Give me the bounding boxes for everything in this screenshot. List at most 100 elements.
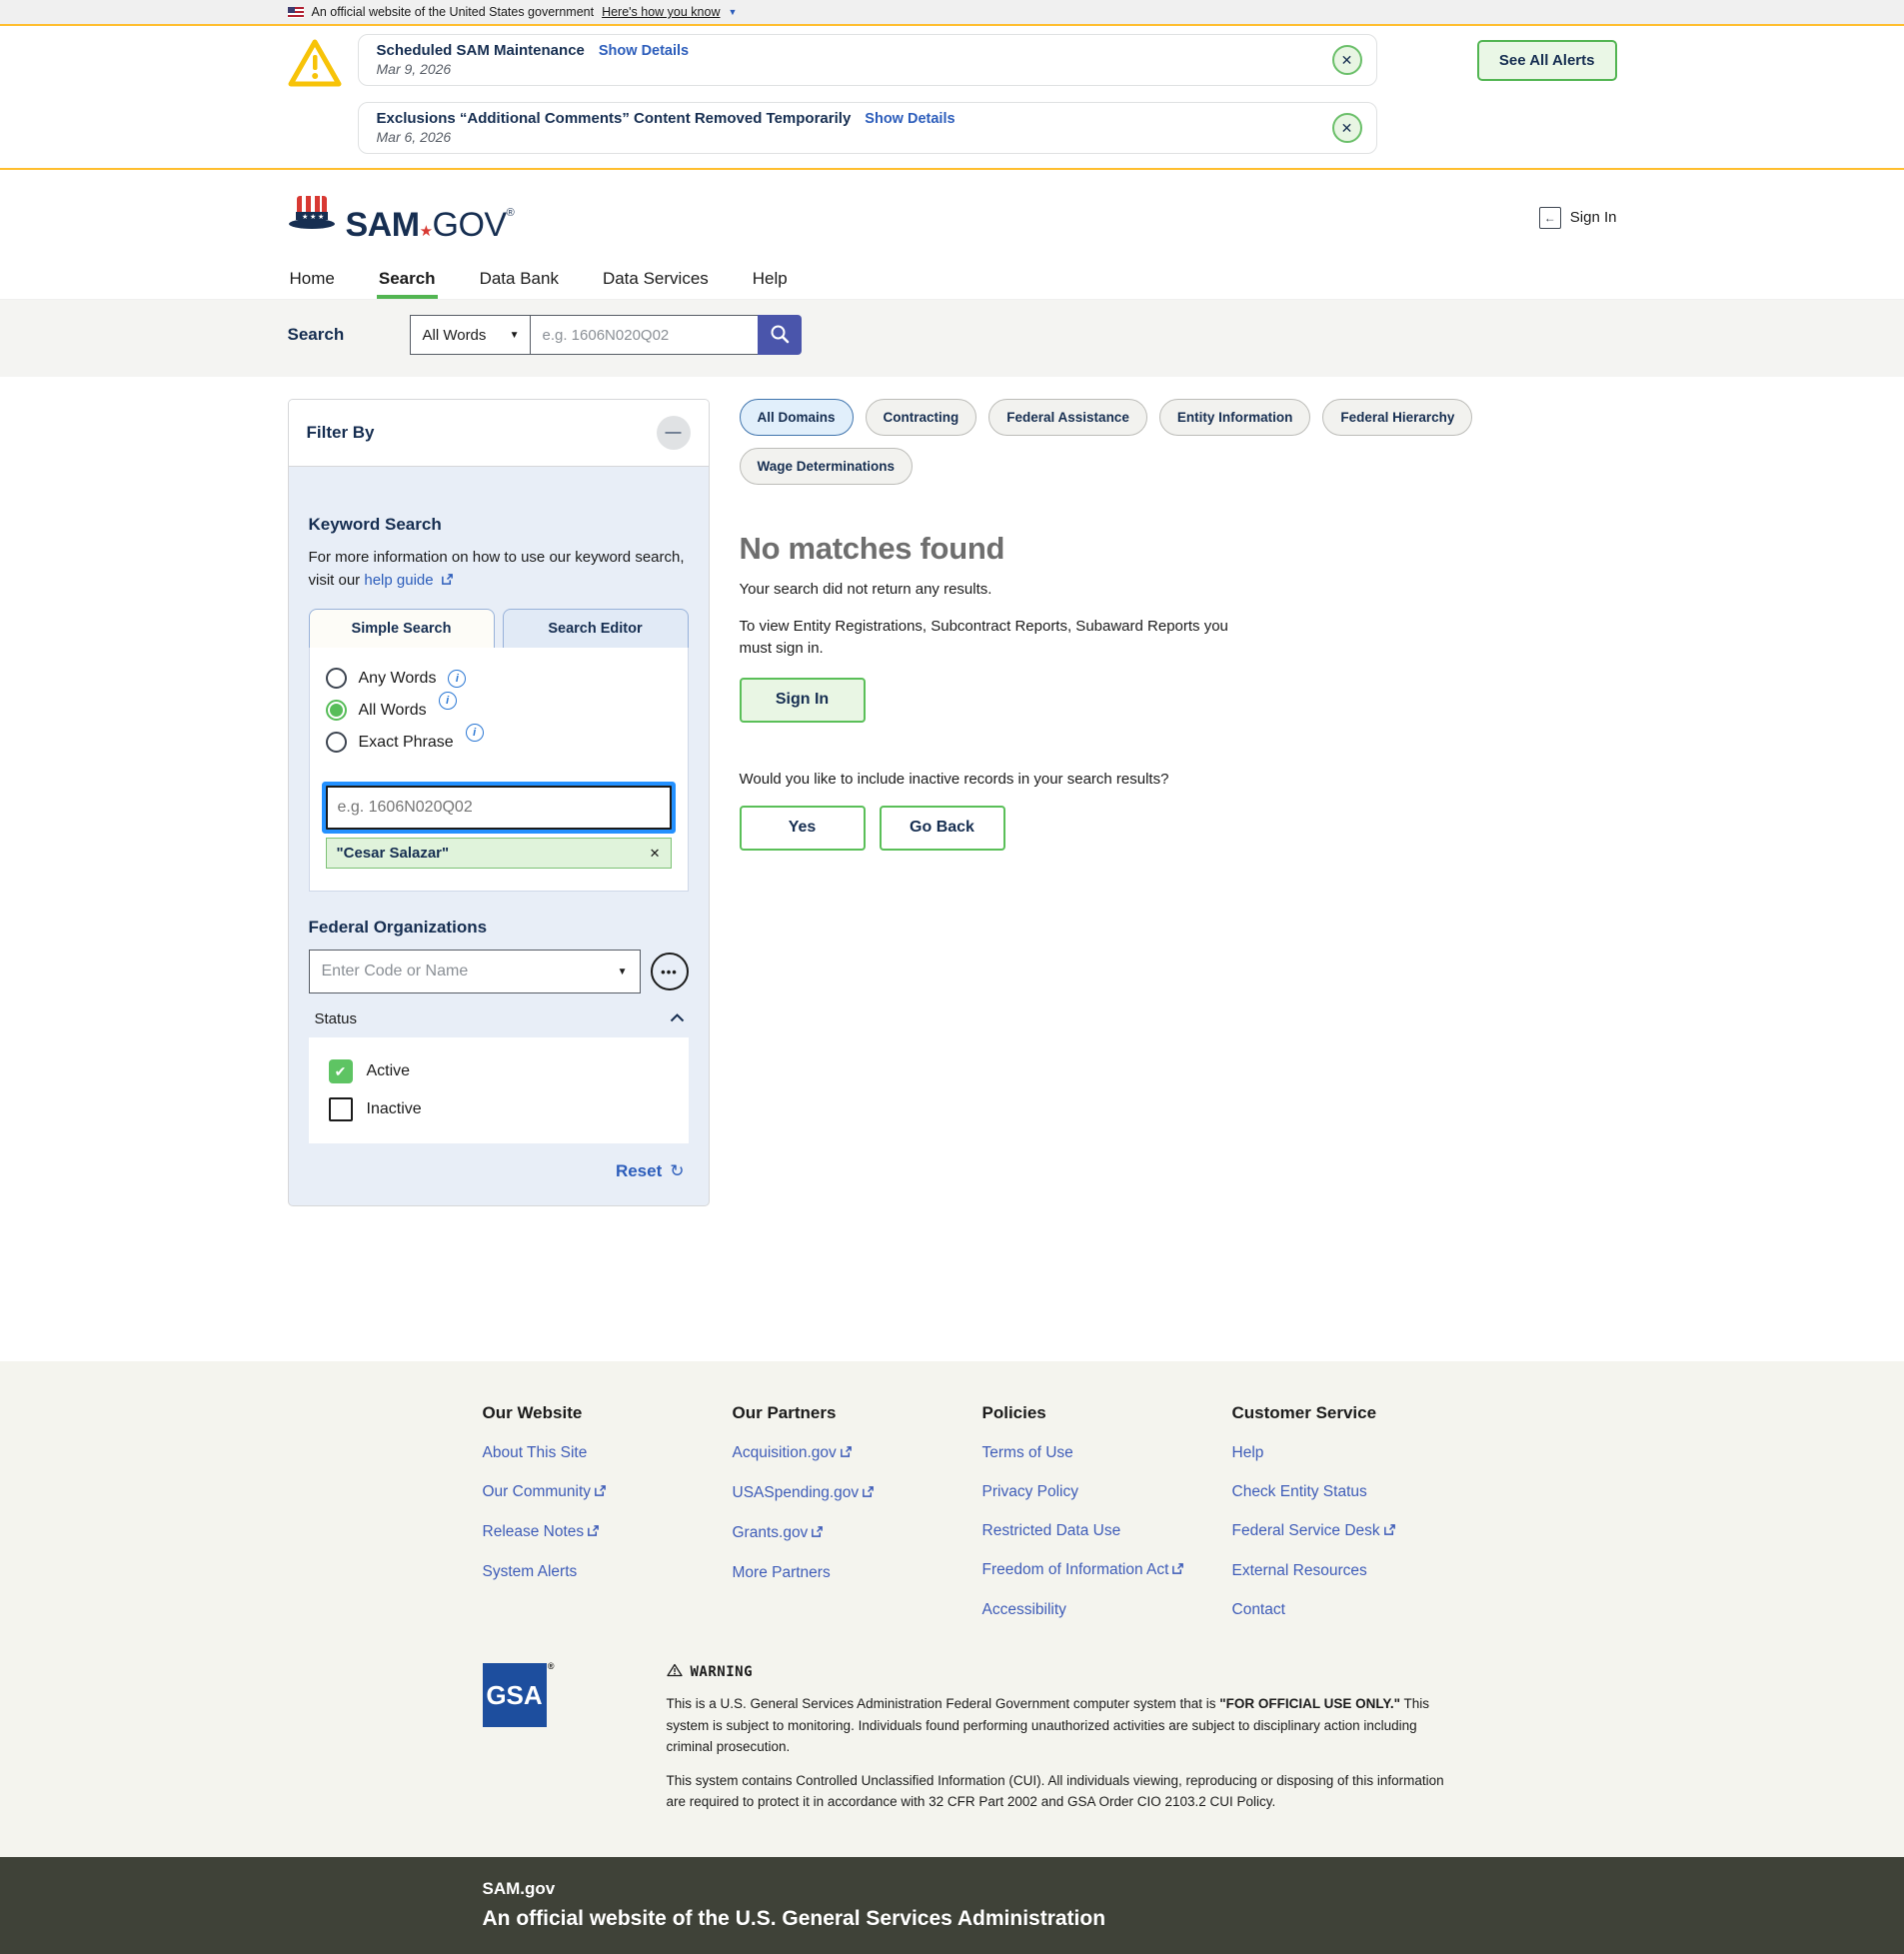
go-back-button[interactable]: Go Back xyxy=(880,806,1005,851)
show-details-link[interactable]: Show Details xyxy=(599,43,689,59)
radio-exact-phrase[interactable] xyxy=(326,732,347,753)
nav-item-data-services[interactable]: Data Services xyxy=(601,265,711,299)
top-search-input[interactable] xyxy=(530,315,758,355)
sam-gov-logo[interactable]: ★★★ SAM★GOV® xyxy=(288,193,515,242)
info-icon[interactable]: i xyxy=(439,692,457,710)
external-link-icon xyxy=(594,1484,607,1502)
federal-organizations-heading: Federal Organizations xyxy=(309,918,689,938)
footer-link-grants-gov[interactable]: Grants.gov xyxy=(733,1524,982,1543)
footer-link-help[interactable]: Help xyxy=(1232,1444,1482,1462)
reset-filters-link[interactable]: Reset xyxy=(616,1161,662,1181)
footer-link-usaspending-gov[interactable]: USASpending.gov xyxy=(733,1484,982,1503)
footer-link-federal-service-desk[interactable]: Federal Service Desk xyxy=(1232,1522,1482,1541)
alert-date: Mar 9, 2026 xyxy=(377,61,1316,77)
nav-item-search[interactable]: Search xyxy=(377,265,438,299)
help-guide-link[interactable]: help guide xyxy=(364,572,433,589)
alert-title: Scheduled SAM Maintenance xyxy=(377,42,585,59)
registered-mark: ® xyxy=(548,1661,555,1671)
checkbox-inactive[interactable] xyxy=(329,1097,353,1121)
alert-date: Mar 6, 2026 xyxy=(377,129,1316,145)
gsa-logo[interactable]: GSA ® xyxy=(483,1663,547,1727)
domain-pill-contracting[interactable]: Contracting xyxy=(866,399,977,436)
sign-in-button[interactable]: Sign In xyxy=(740,678,866,723)
brand-sam-text: SAM xyxy=(346,206,420,244)
keyword-search-input[interactable] xyxy=(326,786,672,830)
footer-link-foia[interactable]: Freedom of Information Act xyxy=(982,1561,1232,1580)
no-results-text: Your search did not return any results. xyxy=(740,581,1617,598)
keyword-chip: "Cesar Salazar" ✕ xyxy=(326,838,672,869)
search-band: Search All Words ▼ xyxy=(0,300,1904,377)
footer-link-check-entity-status[interactable]: Check Entity Status xyxy=(1232,1483,1482,1501)
close-alert-button[interactable]: ✕ xyxy=(1332,45,1362,75)
domain-pill-federal-hierarchy[interactable]: Federal Hierarchy xyxy=(1322,399,1472,436)
info-icon[interactable]: i xyxy=(466,724,484,742)
domain-pill-all-domains[interactable]: All Domains xyxy=(740,399,854,436)
nav-item-home[interactable]: Home xyxy=(288,265,337,299)
collapse-filters-button[interactable]: — xyxy=(657,416,691,450)
site-header: ★★★ SAM★GOV® ← Sign In xyxy=(0,170,1904,265)
nav-item-help[interactable]: Help xyxy=(751,265,790,299)
chevron-down-icon: ▼ xyxy=(729,7,738,17)
footer-link-restricted-data-use[interactable]: Restricted Data Use xyxy=(982,1522,1232,1540)
yes-button[interactable]: Yes xyxy=(740,806,866,851)
how-you-know-link[interactable]: Here's how you know xyxy=(602,5,720,19)
external-link-icon xyxy=(1171,1562,1184,1580)
main-area: Filter By — Keyword Search For more info… xyxy=(0,377,1904,1361)
search-mode-value: All Words xyxy=(423,327,487,344)
warning-block: WARNING This is a U.S. General Services … xyxy=(667,1663,1466,1813)
footer-link-acquisition-gov[interactable]: Acquisition.gov xyxy=(733,1444,982,1463)
footer-column-title: Policies xyxy=(982,1403,1232,1423)
footer-link-more-partners[interactable]: More Partners xyxy=(733,1564,982,1582)
chevron-down-icon: ▼ xyxy=(510,330,520,341)
keyword-chip-text: "Cesar Salazar" xyxy=(337,845,450,862)
search-mode-select[interactable]: All Words ▼ xyxy=(410,315,530,355)
chevron-up-icon[interactable] xyxy=(670,1009,685,1027)
external-link-icon xyxy=(441,571,454,594)
external-link-icon xyxy=(840,1445,853,1463)
checkbox-active[interactable]: ✔ xyxy=(329,1059,353,1083)
footer-link-about-this-site[interactable]: About This Site xyxy=(483,1444,733,1462)
alert-card: Scheduled SAM Maintenance Show Details M… xyxy=(358,34,1377,86)
see-all-alerts-button[interactable]: See All Alerts xyxy=(1477,40,1617,81)
keyword-search-heading: Keyword Search xyxy=(309,515,689,535)
radio-any-words[interactable] xyxy=(326,668,347,689)
footer-link-privacy-policy[interactable]: Privacy Policy xyxy=(982,1483,1232,1501)
tab-simple-search[interactable]: Simple Search xyxy=(309,609,495,648)
org-more-options-button[interactable]: ••• xyxy=(651,953,689,990)
magnifier-icon xyxy=(769,323,791,348)
footer-link-accessibility[interactable]: Accessibility xyxy=(982,1601,1232,1619)
footer-column-customer-service: Customer Service Help Check Entity Statu… xyxy=(1232,1403,1482,1619)
sign-in-header-link[interactable]: ← Sign In xyxy=(1539,207,1617,229)
remove-chip-icon[interactable]: ✕ xyxy=(650,846,661,862)
footer-link-system-alerts[interactable]: System Alerts xyxy=(483,1563,733,1581)
external-link-icon xyxy=(862,1485,875,1503)
radio-exact-phrase-label: Exact Phrase xyxy=(359,734,454,752)
domain-pill-wage-determinations[interactable]: Wage Determinations xyxy=(740,448,914,485)
alerts-section: See All Alerts Scheduled SAM Maintenance… xyxy=(0,24,1904,170)
tab-search-editor[interactable]: Search Editor xyxy=(503,609,689,648)
org-select-placeholder: Enter Code or Name xyxy=(322,963,469,980)
footer-link-external-resources[interactable]: External Resources xyxy=(1232,1562,1482,1580)
footer-column-our-partners: Our Partners Acquisition.gov USASpending… xyxy=(733,1403,982,1619)
footer-link-terms-of-use[interactable]: Terms of Use xyxy=(982,1444,1232,1462)
reset-refresh-icon[interactable]: ↻ xyxy=(670,1161,684,1181)
domain-pill-entity-information[interactable]: Entity Information xyxy=(1159,399,1311,436)
domain-pill-federal-assistance[interactable]: Federal Assistance xyxy=(988,399,1147,436)
info-icon[interactable]: i xyxy=(448,670,466,688)
brand-gov-text: GOV xyxy=(433,206,507,244)
search-submit-button[interactable] xyxy=(758,315,802,355)
footer-link-contact[interactable]: Contact xyxy=(1232,1601,1482,1619)
show-details-link[interactable]: Show Details xyxy=(865,111,954,127)
brand-star-icon: ★ xyxy=(420,223,433,242)
warning-paragraph-2: This system contains Controlled Unclassi… xyxy=(667,1770,1466,1813)
footer-link-release-notes[interactable]: Release Notes xyxy=(483,1523,733,1542)
close-alert-button[interactable]: ✕ xyxy=(1332,113,1362,143)
gov-banner: An official website of the United States… xyxy=(0,0,1904,24)
simple-search-panel: Any Words i All Words i Exact Phrase i xyxy=(309,648,689,892)
radio-any-words-label: Any Words xyxy=(359,670,437,688)
radio-all-words[interactable] xyxy=(326,700,347,721)
federal-organizations-select[interactable]: Enter Code or Name ▼ xyxy=(309,950,641,993)
checkmark-icon: ✔ xyxy=(335,1063,347,1080)
footer-link-our-community[interactable]: Our Community xyxy=(483,1483,733,1502)
nav-item-data-bank[interactable]: Data Bank xyxy=(478,265,561,299)
